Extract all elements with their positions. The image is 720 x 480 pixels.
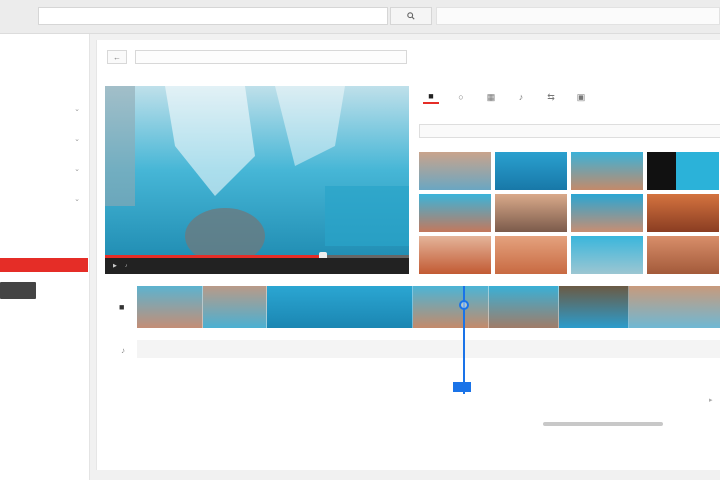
- timeline-clip[interactable]: [203, 286, 267, 328]
- preview-controls: ▶ ♪: [105, 258, 409, 274]
- playhead-handle[interactable]: [459, 300, 469, 310]
- music-track[interactable]: [137, 340, 720, 358]
- music-note-icon: ♪: [121, 346, 125, 355]
- search-icon: [407, 12, 415, 20]
- arrow-left-icon: ←: [113, 52, 121, 62]
- clip-thumbnail[interactable]: [647, 236, 719, 274]
- camera-icon: ■: [119, 302, 125, 312]
- tab-filters[interactable]: ○: [453, 90, 469, 104]
- tool-tabs: ■ ○ ▦ ♪ ⇆ ▣: [423, 90, 589, 104]
- tab-photos[interactable]: ▦: [483, 90, 499, 104]
- timeline-clip[interactable]: [137, 286, 203, 328]
- timeline-clip[interactable]: [559, 286, 629, 328]
- playhead-time: [453, 382, 471, 392]
- sidebar: ⌄ ⌄ ⌄ ⌄: [0, 34, 90, 480]
- tab-text[interactable]: ▣: [573, 90, 589, 104]
- clip-thumbnail[interactable]: [495, 236, 567, 274]
- volume-icon[interactable]: ♪: [125, 263, 128, 269]
- sidebar-item-active[interactable]: [0, 258, 88, 272]
- grid-icon: ▦: [486, 91, 496, 102]
- tab-video-clips[interactable]: ■: [423, 90, 439, 104]
- video-editor: ← ▶ ♪ ■ ○ ▦ ♪ ⇆ ▣ ■ ♪ ▸: [96, 40, 720, 470]
- music-icon: ♪: [518, 92, 524, 102]
- play-icon[interactable]: ▶: [113, 263, 117, 269]
- clip-thumbnail[interactable]: [495, 152, 567, 190]
- chevron-down-icon: ⌄: [74, 106, 80, 113]
- back-button[interactable]: ←: [107, 50, 127, 64]
- tab-transitions[interactable]: ⇆: [543, 90, 559, 104]
- clip-library: [419, 152, 720, 274]
- clip-search-input[interactable]: [419, 124, 720, 138]
- breadcrumb: [135, 50, 407, 64]
- timeline-clip[interactable]: [489, 286, 559, 328]
- preview-frame: [105, 86, 409, 274]
- clip-thumbnail[interactable]: [571, 152, 643, 190]
- clip-thumbnail[interactable]: [419, 194, 491, 232]
- search-box[interactable]: [38, 7, 388, 25]
- sidebar-item-6[interactable]: ⌄: [0, 192, 88, 206]
- video-timeline[interactable]: [137, 286, 720, 328]
- time-ruler[interactable]: [137, 380, 720, 394]
- timeline-clip[interactable]: [413, 286, 489, 328]
- search-button[interactable]: [390, 7, 432, 25]
- text-icon: ▣: [576, 91, 586, 102]
- circle-icon: ○: [458, 92, 464, 102]
- transition-icon: ⇆: [547, 91, 555, 102]
- clip-thumbnail[interactable]: [571, 194, 643, 232]
- clip-thumbnail[interactable]: [419, 152, 491, 190]
- clip-thumbnail[interactable]: [647, 194, 719, 232]
- video-preview[interactable]: ▶ ♪: [105, 86, 409, 274]
- top-bar: [0, 0, 720, 34]
- sidebar-item-8[interactable]: [0, 242, 88, 256]
- chevron-down-icon: ⌄: [74, 196, 80, 203]
- zoom-icon[interactable]: ▸: [709, 396, 720, 406]
- sidebar-item-2[interactable]: [0, 72, 88, 86]
- search-input[interactable]: [39, 8, 387, 24]
- sidebar-button[interactable]: [0, 282, 36, 299]
- camera-icon: ■: [428, 91, 434, 101]
- timeline-clip[interactable]: [267, 286, 413, 328]
- timeline-clip[interactable]: [629, 286, 720, 328]
- sidebar-item-3[interactable]: ⌄: [0, 102, 88, 116]
- clip-thumbnail[interactable]: [647, 152, 719, 190]
- chevron-down-icon: ⌄: [74, 136, 80, 143]
- chevron-down-icon: ⌄: [74, 166, 80, 173]
- clip-thumbnail[interactable]: [419, 236, 491, 274]
- tab-audio[interactable]: ♪: [513, 90, 529, 104]
- sidebar-item-5[interactable]: ⌄: [0, 162, 88, 176]
- clip-thumbnail[interactable]: [495, 194, 567, 232]
- top-right-area: [436, 7, 720, 25]
- timeline-scrollbar[interactable]: [543, 422, 663, 426]
- sidebar-item-7[interactable]: [0, 222, 88, 236]
- clip-thumbnail[interactable]: [571, 236, 643, 274]
- sidebar-item-1[interactable]: [0, 46, 88, 60]
- sidebar-item-4[interactable]: ⌄: [0, 132, 88, 146]
